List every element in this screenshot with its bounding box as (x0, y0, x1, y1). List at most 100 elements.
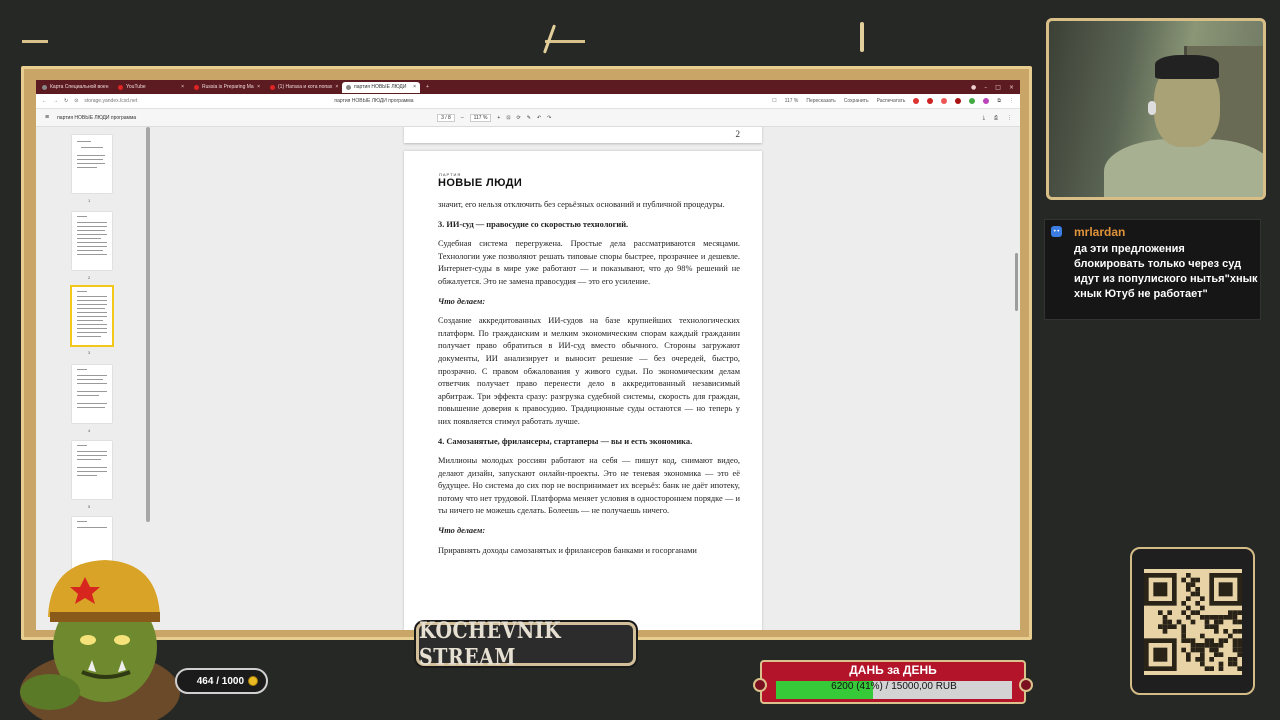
tab-label: партия НОВЫЕ ЛЮДИ (354, 84, 407, 90)
minimize-icon[interactable]: – (984, 84, 987, 91)
forward-icon[interactable]: → (53, 98, 58, 104)
subheading: Что делаем: (438, 526, 486, 536)
main-scrollbar[interactable] (1015, 253, 1018, 311)
tab[interactable]: Russia is Preparing Ma × (190, 82, 264, 93)
previous-page: 2 (404, 127, 762, 143)
close-icon[interactable]: × (335, 84, 338, 90)
pdf-page: ПАРТИЯ НОВЫЕ ЛЮДИ значит, его нельзя отк… (404, 151, 762, 630)
zoom-indicator[interactable]: 117 % (785, 98, 799, 104)
thumbnail-number: 2 (88, 275, 91, 280)
qr-code-icon[interactable] (1144, 569, 1242, 675)
orc-mascot-icon (20, 560, 180, 720)
close-icon[interactable]: × (111, 84, 112, 90)
party-logo: НОВЫЕ ЛЮДИ (438, 177, 523, 189)
zoom-out-icon[interactable]: – (461, 115, 464, 121)
bookmark-icon[interactable]: ☐ (772, 98, 776, 104)
close-window-icon[interactable]: × (1009, 84, 1014, 91)
page-thumbnail[interactable] (72, 135, 112, 193)
paragraph: Миллионы молодых россиян работают на себ… (438, 456, 740, 516)
lock-icon: ⊙ (74, 98, 79, 104)
maximize-icon[interactable]: □ (995, 84, 1001, 91)
donation-goal: ДАНЬ за ДЕНЬ 6200 (41%) / 15000,00 RUB (753, 660, 1033, 704)
more-icon[interactable]: ⋮ (1007, 115, 1012, 121)
back-icon[interactable]: ← (42, 98, 47, 104)
tab-label: Карта Специальной воен (50, 84, 109, 90)
sidebar-scrollbar[interactable] (146, 127, 150, 522)
extension-icon[interactable] (955, 98, 962, 104)
streamer-hair (1155, 55, 1219, 79)
earphone (1148, 101, 1156, 115)
reload-icon[interactable]: ↻ (64, 98, 68, 104)
extension-icon[interactable] (941, 98, 948, 104)
tab[interactable]: (1) Натаха и кота попах × (266, 82, 340, 93)
decorative-pin (542, 24, 557, 54)
pdf-right-controls: ⤓ ⎙ ⋮ (983, 115, 1020, 121)
retell-button[interactable]: Пересказать (806, 98, 835, 104)
menu-icon[interactable]: ⋮ (1009, 98, 1014, 104)
pdf-toolbar: ≡ партия НОВЫЕ ЛЮДИ программа 3 / 8 – 11… (36, 109, 1020, 127)
extension-icon[interactable] (969, 98, 976, 104)
zoom-field[interactable]: 117 % (469, 113, 492, 122)
youtube-icon (194, 84, 199, 90)
decorative-line (545, 40, 585, 43)
save-button[interactable]: Сохранить (844, 98, 869, 104)
chat-username: mrlardan (1074, 225, 1126, 239)
rotate-icon[interactable]: ⟳ (517, 115, 521, 121)
extension-icon[interactable] (927, 98, 934, 104)
draw-icon[interactable]: ✎ (527, 115, 531, 121)
chat-message: •• mrlardan да эти предложения блокирова… (1044, 219, 1261, 320)
thumbnail-number: 4 (88, 428, 91, 433)
page-thumbnail-selected[interactable] (70, 285, 114, 347)
window-controls: ● – □ × (971, 84, 1020, 91)
streamer-body (1104, 139, 1263, 197)
subheading: Что делаем: (438, 296, 486, 306)
paragraph: Судебная система перегружена. Простые де… (438, 239, 740, 286)
tab-label: Russia is Preparing Ma (202, 84, 254, 90)
section-heading: 3. ИИ-суд — правосудие со скоростью техн… (438, 219, 629, 229)
url-field[interactable]: storage.yandex.lcsd.net (84, 98, 334, 104)
tab-label: YouTube (126, 84, 146, 90)
menu-icon[interactable]: ≡ (36, 114, 57, 121)
youtube-icon (118, 84, 123, 90)
stream-title: KOCHEVNIK STREAM (419, 617, 562, 671)
page-indicator[interactable]: 3 / 8 (437, 113, 455, 122)
tab[interactable]: YouTube × (114, 82, 188, 93)
webcam-feed (1046, 18, 1266, 200)
goal-progress-text: 6200 (41%) / 15000,00 RUB (831, 681, 957, 692)
tab-bar: Карта Специальной воен× YouTube× Russia … (36, 80, 1020, 94)
paragraph: значит, его нельзя отключить без серьёзн… (438, 200, 725, 209)
profile-icon[interactable]: ● (971, 84, 976, 91)
extension-icon[interactable] (983, 98, 990, 104)
extensions-icon[interactable]: ⧉ (997, 98, 1001, 104)
page-number: 2 (735, 129, 741, 139)
goal-progress-track: 6200 (41%) / 15000,00 RUB (776, 681, 1012, 699)
download-icon[interactable]: ⤓ (983, 115, 985, 121)
decorative-line (22, 40, 48, 43)
address-bar: ← → ↻ ⊙ storage.yandex.lcsd.net партия Н… (36, 94, 1020, 109)
close-icon[interactable]: × (181, 84, 184, 90)
goal-ring-right-icon (1019, 678, 1033, 692)
xp-text: 464 / 1000 (196, 675, 244, 687)
print-icon[interactable]: ⎙ (994, 115, 998, 121)
undo-icon[interactable]: ↶ (537, 115, 541, 121)
youtube-icon (270, 84, 275, 90)
page-thumbnail[interactable] (72, 365, 112, 423)
fit-page-icon[interactable]: ⊡ (506, 115, 510, 121)
print-button[interactable]: Распечатать (877, 98, 906, 104)
address-controls: ☐ 117 % Пересказать Сохранить Распечатат… (772, 98, 1020, 104)
extension-icon[interactable] (913, 98, 920, 104)
redo-icon[interactable]: ↷ (547, 115, 551, 121)
coin-icon (248, 676, 258, 686)
close-icon[interactable]: × (257, 84, 260, 90)
close-icon[interactable]: × (413, 84, 416, 90)
zoom-in-icon[interactable]: + (497, 115, 500, 121)
page-thumbnail[interactable] (72, 441, 112, 499)
new-tab-button[interactable]: + (422, 82, 434, 93)
page-thumbnail[interactable] (72, 212, 112, 270)
tab-active[interactable]: партия НОВЫЕ ЛЮДИ × (342, 81, 420, 93)
tab[interactable]: Карта Специальной воен× (38, 82, 112, 93)
tab-label: (1) Натаха и кота попах (278, 84, 333, 90)
paragraph: Приравнять доходы самозанятых и фрилансе… (438, 545, 697, 555)
thumbnail-number: 3 (88, 350, 91, 355)
thumbnail-number: 1 (88, 198, 91, 203)
